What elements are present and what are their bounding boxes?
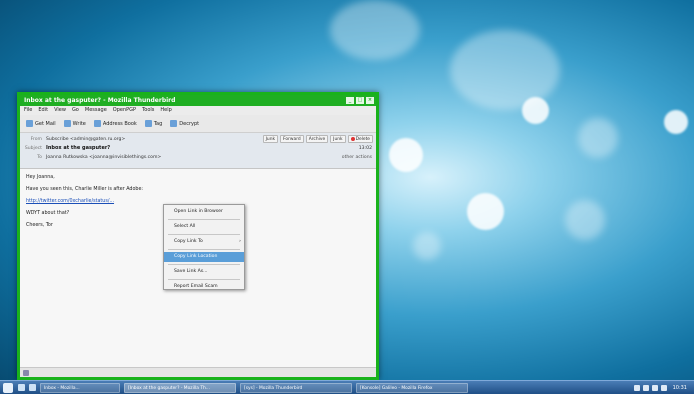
write-icon [63,120,71,127]
junk-button[interactable]: Junk [262,135,279,143]
menu-select-all[interactable]: Select All [164,222,244,232]
start-menu-icon[interactable] [3,382,13,393]
wallpaper-bokeh [522,97,549,124]
menu-separator [168,234,240,235]
menu-separator [168,219,240,220]
menu-file[interactable]: File [24,106,32,115]
system-tray: 10:31 [633,384,694,391]
notification-icon[interactable] [660,384,667,391]
close-icon[interactable]: × [366,97,374,104]
main-toolbar: Get Mail Write Address Book Tag Decrypt [20,115,376,133]
menu-report-email-scam[interactable]: Report Email Scam [164,282,244,292]
from-label: From [30,137,42,142]
subject-label: Subject [24,146,42,151]
wallpaper-bokeh [664,110,688,134]
wallpaper-bokeh [413,232,441,260]
address-book-button[interactable]: Address Book [92,119,139,128]
menu-separator [168,279,240,280]
wallpaper-bokeh [565,200,605,240]
battery-icon[interactable] [651,384,658,391]
status-icon [23,370,29,376]
message-header: From Subscribe <admin@gaten.ru.org> Subje… [20,133,376,169]
menu-message[interactable]: Message [85,106,107,115]
context-menu: Open Link in Browser Select All Copy Lin… [163,204,245,290]
task-button[interactable]: [Konsole] Galileo - Mozilla Firefox [356,382,468,393]
task-button[interactable]: [Inbox at the gasputer? - Mozilla Th... [124,382,236,393]
menu-help[interactable]: Help [160,106,171,115]
write-button[interactable]: Write [62,119,88,128]
body-link[interactable]: http://twitter.com/0xcharlie/status/... [26,199,114,204]
network-icon[interactable] [633,384,640,391]
tag-icon [144,120,152,127]
decrypt-button[interactable]: Decrypt [168,119,201,128]
menu-edit[interactable]: Edit [38,106,48,115]
body-greeting: Hey Joanna, [26,175,55,180]
wallpaper-bokeh [330,0,420,60]
menu-separator [168,264,240,265]
junk-button-2[interactable]: Junk [330,135,346,143]
delete-icon [350,137,355,141]
menu-open-link-in-browser[interactable]: Open Link in Browser [164,207,244,217]
menu-copy-link-to[interactable]: Copy Link To › [164,237,244,247]
address-book-icon [93,120,101,127]
menu-save-link-as[interactable]: Save Link As... [164,267,244,277]
window-title: Inbox at the gasputer? - Mozilla Thunder… [24,97,176,104]
to-label: To [37,155,42,160]
forward-button[interactable]: Forward [280,135,304,143]
maximize-icon[interactable]: □ [356,97,364,104]
clock[interactable]: 10:31 [670,385,690,391]
menubar: File Edit View Go Message OpenPGP Tools … [20,106,376,115]
menu-openpgp[interactable]: OpenPGP [113,106,136,115]
app-launcher-icon[interactable] [18,384,25,391]
delete-button[interactable]: Delete [347,135,373,143]
task-button[interactable]: [sys] - Mozilla Thunderbird [240,382,352,393]
message-time: 13:02 [358,146,372,151]
wallpaper-bokeh [389,138,423,172]
tag-button[interactable]: Tag [143,119,164,128]
window-titlebar[interactable]: Inbox at the gasputer? - Mozilla Thunder… [20,95,376,106]
from-value[interactable]: Subscribe <admin@gaten.ru.org> [46,135,125,144]
task-button[interactable]: Inbox - Mozilla... [40,382,120,393]
menu-separator [168,249,240,250]
archive-button[interactable]: Archive [305,135,329,143]
volume-icon[interactable] [642,384,649,391]
menu-view[interactable]: View [54,106,66,115]
wallpaper-bokeh [467,193,504,230]
get-mail-icon [26,120,33,127]
menu-tools[interactable]: Tools [142,106,154,115]
other-actions-button[interactable]: other actions [342,155,372,160]
subject-value: Inbox at the gasputer? [46,145,111,151]
taskbar: Inbox - Mozilla... [Inbox at the gaspute… [0,380,694,394]
menu-go[interactable]: Go [72,106,79,115]
chevron-right-icon: › [239,239,241,244]
to-value[interactable]: Joanna Rutkowska <joanna@invisiblethings… [46,153,161,162]
wallpaper-bokeh [578,118,618,158]
get-mail-button[interactable]: Get Mail [24,119,58,128]
body-line1: Have you seen this, Charlie Miller is af… [26,187,144,192]
minimize-icon[interactable]: _ [346,97,354,104]
decrypt-icon [170,120,178,127]
app-launcher-icon[interactable] [29,384,36,391]
menu-copy-link-location[interactable]: Copy Link Location [164,252,244,262]
status-bar [20,367,376,377]
wallpaper-bokeh [450,30,560,110]
